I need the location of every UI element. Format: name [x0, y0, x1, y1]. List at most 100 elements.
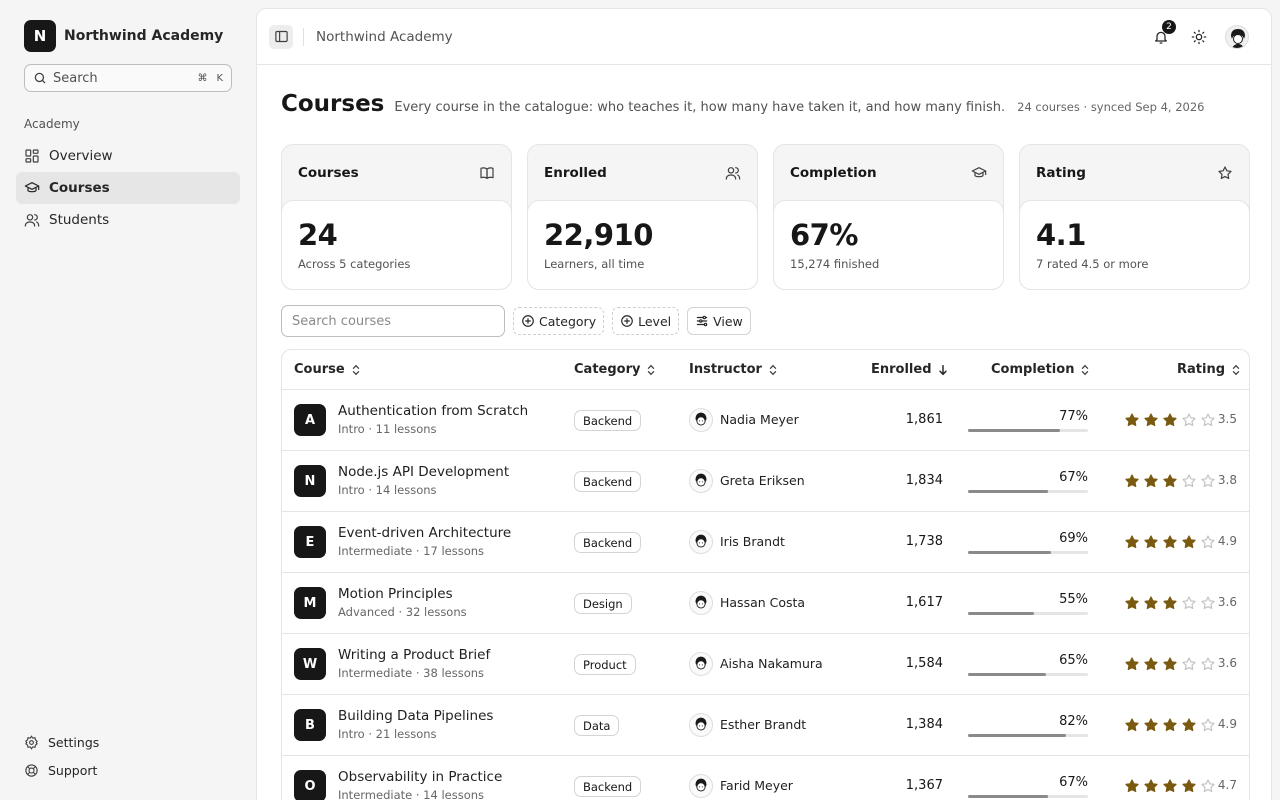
column-label: Enrolled — [871, 362, 932, 377]
completion-bar — [968, 795, 1088, 798]
instructor-avatar — [689, 469, 713, 493]
users-icon — [725, 167, 741, 180]
brand-logo: N — [24, 20, 56, 52]
rating-value: 3.6 — [1217, 656, 1237, 670]
sidebar-item-students[interactable]: Students — [16, 204, 240, 236]
sidebar-item-support[interactable]: Support — [16, 756, 240, 784]
star-filled-icon — [1182, 718, 1196, 732]
star-filled-icon — [1144, 474, 1158, 488]
enrolled-count: 1,367 — [905, 778, 943, 793]
rating-stars — [1124, 717, 1219, 733]
plus-circle-icon — [621, 315, 633, 327]
arrow-down-icon — [938, 364, 947, 375]
table-row[interactable]: M Motion Principles Advanced · 32 lessons D… — [282, 573, 1249, 634]
course-name[interactable]: Authentication from Scratch — [338, 403, 528, 419]
course-name[interactable]: Observability in Practice — [338, 769, 502, 785]
sidebar-search[interactable]: Search ⌘ K — [24, 64, 232, 92]
lifebuoy-icon — [25, 763, 38, 777]
column-label: Category — [574, 362, 641, 377]
notification-count-badge: 2 — [1162, 20, 1176, 34]
column-header-completion[interactable]: Completion — [991, 362, 1090, 377]
course-name[interactable]: Motion Principles — [338, 586, 453, 602]
grid-icon — [25, 149, 39, 163]
completion-bar-fill — [968, 795, 1049, 798]
view-options-button[interactable]: View — [687, 307, 751, 335]
stat-card-value: 24 — [298, 218, 338, 252]
sidebar-item-settings[interactable]: Settings — [16, 728, 240, 756]
breadcrumb[interactable]: Northwind Academy — [316, 29, 453, 45]
course-meta: Intermediate · 17 lessons — [338, 544, 485, 558]
stat-card-note: Across 5 categories — [298, 257, 411, 271]
courses-table: Course Category Instructor Enrolled Comp… — [281, 349, 1250, 800]
course-avatar: N — [294, 465, 326, 497]
star-filled-icon — [1125, 474, 1139, 488]
star-filled-icon — [1163, 413, 1177, 427]
completion-percent: 82% — [1059, 714, 1088, 729]
star-filled-icon — [1125, 718, 1139, 732]
completion-percent: 69% — [1059, 531, 1088, 546]
theme-toggle-button[interactable] — [1185, 23, 1213, 51]
user-menu-button[interactable] — [1223, 23, 1251, 51]
completion-bar-fill — [968, 612, 1034, 615]
rating-value: 3.5 — [1217, 412, 1237, 426]
category-filter-button[interactable]: Category — [513, 307, 605, 335]
rating-value: 4.7 — [1217, 778, 1237, 792]
course-name[interactable]: Writing a Product Brief — [338, 647, 490, 663]
star-empty-icon — [1201, 474, 1215, 488]
course-meta: Intermediate · 38 lessons — [338, 666, 485, 680]
course-name[interactable]: Event-driven Architecture — [338, 525, 511, 541]
column-header-enrolled[interactable]: Enrolled — [871, 362, 948, 377]
course-meta: Intro · 14 lessons — [338, 483, 437, 497]
column-label: Course — [294, 362, 345, 377]
sidebar-toggle-button[interactable] — [269, 24, 293, 49]
level-filter-button[interactable]: Level — [612, 307, 680, 335]
sort-icon — [352, 364, 359, 375]
completion-bar — [968, 734, 1088, 737]
table-row[interactable]: O Observability in Practice Intermediate ·… — [282, 756, 1249, 800]
course-meta: Intro · 21 lessons — [338, 727, 437, 741]
sidebar-item-courses[interactable]: Courses — [16, 172, 240, 204]
course-name[interactable]: Node.js API Development — [338, 464, 509, 480]
brand[interactable]: N Northwind Academy — [24, 20, 223, 52]
sidebar-search-label: Search — [53, 70, 98, 86]
star-filled-icon — [1163, 596, 1177, 610]
column-label: Completion — [991, 362, 1075, 377]
completion-bar — [968, 429, 1088, 432]
sliders-icon — [696, 315, 708, 327]
sidebar-panel-icon — [274, 30, 288, 43]
completion-bar-fill — [968, 429, 1061, 432]
table-row[interactable]: A Authentication from Scratch Intro · 11 l… — [282, 390, 1249, 451]
instructor-avatar — [689, 652, 713, 676]
table-row[interactable]: B Building Data Pipelines Intro · 21 lesso… — [282, 695, 1249, 756]
course-avatar: M — [294, 587, 326, 619]
star-icon — [1218, 166, 1232, 180]
star-empty-icon — [1182, 413, 1196, 427]
completion-percent: 65% — [1059, 653, 1088, 668]
column-header-course[interactable]: Course — [294, 362, 361, 377]
plus-circle-icon — [522, 315, 534, 327]
sort-icon — [1082, 364, 1089, 375]
brand-name: Northwind Academy — [64, 28, 224, 44]
notifications-button[interactable]: 2 — [1147, 20, 1176, 51]
star-filled-icon — [1125, 413, 1139, 427]
column-header-instructor[interactable]: Instructor — [689, 362, 778, 377]
course-name[interactable]: Building Data Pipelines — [338, 708, 493, 724]
column-header-rating[interactable]: Rating — [1177, 362, 1241, 377]
sidebar-item-overview[interactable]: Overview — [16, 140, 240, 172]
rating-stars — [1124, 534, 1219, 550]
enrolled-count: 1,834 — [905, 473, 943, 488]
column-header-category[interactable]: Category — [574, 362, 656, 377]
table-row[interactable]: N Node.js API Development Intro · 14 lesso… — [282, 451, 1249, 512]
sidebar-item-label: Students — [49, 212, 110, 228]
sidebar-nav: Overview Courses Students — [16, 140, 240, 236]
table-row[interactable]: E Event-driven Architecture Intermediate ·… — [282, 512, 1249, 573]
course-search-input[interactable] — [281, 305, 505, 337]
sidebar-item-label: Settings — [48, 734, 100, 750]
table-toolbar: Category Level View — [281, 305, 751, 337]
search-icon — [34, 72, 46, 84]
star-filled-icon — [1125, 657, 1139, 671]
table-row[interactable]: W Writing a Product Brief Intermediate · 3… — [282, 634, 1249, 695]
instructor-avatar — [689, 530, 713, 554]
column-label: Rating — [1177, 362, 1226, 377]
course-meta: Advanced · 32 lessons — [338, 605, 467, 619]
